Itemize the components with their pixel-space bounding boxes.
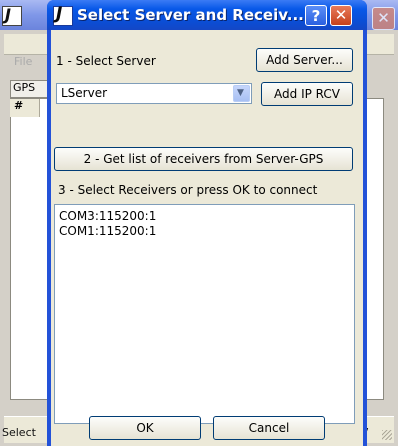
receiver-list[interactable]: COM3:115200:1 COM1:115200:1: [54, 204, 355, 424]
parent-close-icon[interactable]: ✕: [372, 7, 395, 30]
select-server-dialog: J Select Server and Receiv... ? ✕ 1 - Se…: [47, 0, 367, 446]
dialog-body: 1 - Select Server Add Server... LServer …: [51, 30, 363, 446]
status-text-left: Select: [2, 426, 36, 439]
dialog-app-logo-icon: J: [53, 4, 73, 26]
column-header-number[interactable]: #: [10, 99, 40, 117]
dialog-title: Select Server and Receiv...: [77, 6, 304, 24]
step3-label: 3 - Select Receivers or press OK to conn…: [58, 183, 318, 197]
menu-file[interactable]: File: [14, 55, 32, 68]
tab-gps[interactable]: GPS: [10, 80, 50, 98]
list-item[interactable]: COM1:115200:1: [59, 224, 156, 238]
help-button[interactable]: ?: [305, 5, 327, 26]
cancel-button[interactable]: Cancel: [213, 416, 325, 440]
add-server-button[interactable]: Add Server...: [256, 48, 353, 72]
chevron-down-icon[interactable]: ▼: [233, 85, 250, 102]
close-button[interactable]: ✕: [330, 5, 352, 26]
dialog-titlebar[interactable]: J Select Server and Receiv... ? ✕: [47, 0, 367, 30]
list-item[interactable]: COM3:115200:1: [59, 209, 156, 223]
ok-button[interactable]: OK: [89, 416, 201, 440]
get-receivers-button[interactable]: 2 - Get list of receivers from Server-GP…: [54, 147, 353, 171]
parent-app-logo-icon: J: [2, 5, 22, 26]
add-ip-rcv-button[interactable]: Add IP RCV: [261, 82, 353, 106]
step1-label: 1 - Select Server: [56, 54, 156, 68]
server-select[interactable]: LServer ▼: [56, 83, 252, 104]
server-select-value: LServer: [61, 86, 108, 100]
resize-grip[interactable]: [382, 430, 392, 440]
